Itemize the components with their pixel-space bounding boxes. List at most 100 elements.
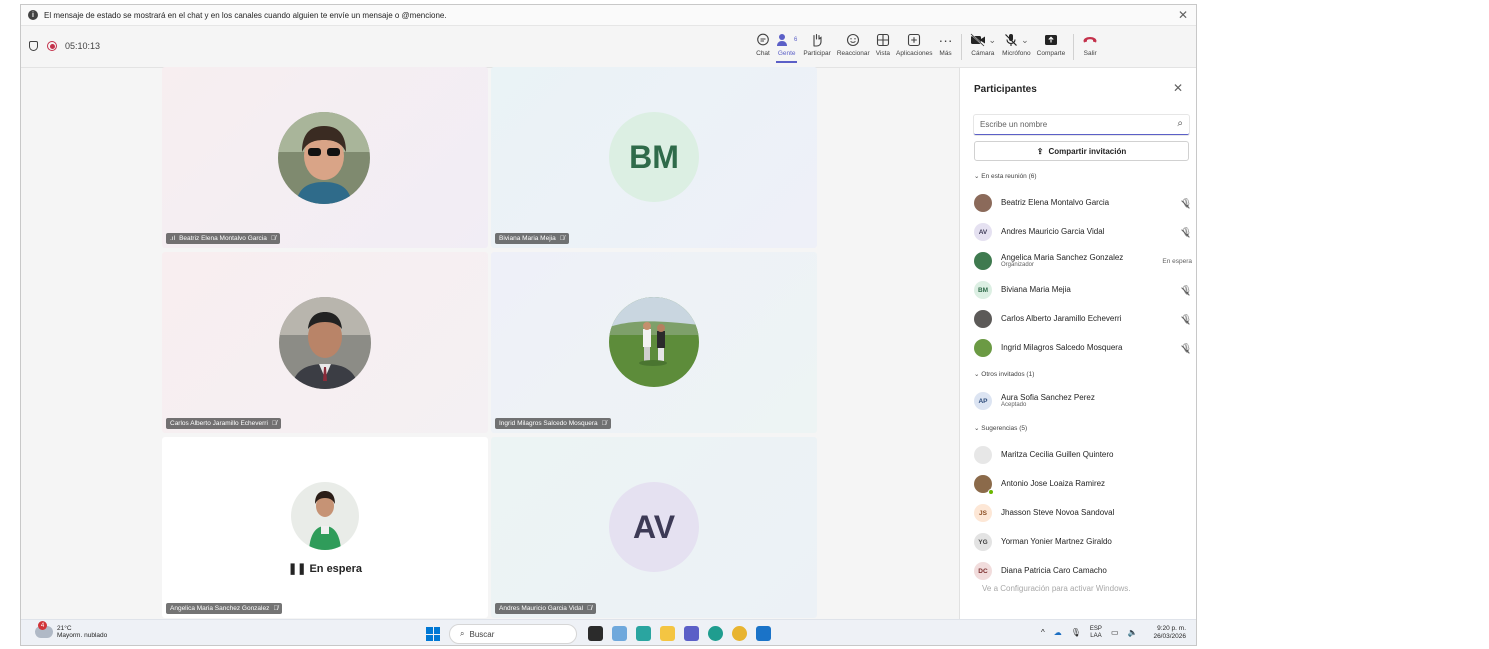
section-other-invitees[interactable]: ⌄ Otros invitados (1) [974, 370, 1034, 378]
chat-button[interactable]: Chat [756, 30, 770, 57]
section-suggestions[interactable]: ⌄ Sugerencias (5) [974, 424, 1027, 432]
avatar [974, 194, 992, 212]
participant-photo [279, 297, 371, 389]
windows-start-icon[interactable] [426, 627, 440, 641]
shield-icon [29, 41, 38, 51]
video-tile[interactable]: .ıl Beatriz Elena Montalvo Garcia 🎙̸ [162, 67, 488, 248]
participant-row[interactable]: Carlos Alberto Jaramillo Echeverri 🎙 [974, 306, 1192, 332]
tile-name-label: Angelica Maria Sanchez Gonzalez 🎙̸ [166, 603, 283, 614]
video-tile[interactable]: Carlos Alberto Jaramillo Echeverri 🎙̸ [162, 252, 488, 433]
avatar: YG [974, 533, 992, 551]
notification-badge: 4 [38, 621, 47, 631]
volume-icon[interactable]: 🔈 [1128, 628, 1138, 637]
suggestion-row[interactable]: DC Diana Patricia Caro Camacho [974, 558, 1192, 584]
participant-row[interactable]: BM Biviana Maria Mejia 🎙 [974, 277, 1192, 303]
edge-icon[interactable] [708, 626, 723, 641]
share-invite-button[interactable]: ⇪ Compartir invitación [974, 141, 1189, 161]
role-label: Organizador [1001, 262, 1035, 269]
participant-photo [278, 112, 370, 204]
share-icon: ⇪ [1036, 146, 1044, 156]
hand-icon [810, 30, 824, 50]
avatar [974, 475, 994, 495]
outlook-icon[interactable] [756, 626, 771, 641]
file-explorer-icon[interactable] [660, 626, 675, 641]
participant-avatar: AV [609, 482, 699, 572]
weather-widget[interactable]: 4 21°C Mayorm. nublado [35, 621, 107, 640]
chrome-icon[interactable] [732, 626, 747, 641]
teams-icon[interactable] [684, 626, 699, 641]
react-button[interactable]: Reaccionar [837, 30, 870, 57]
people-button[interactable]: 6 Gente [776, 30, 798, 63]
avatar [974, 310, 992, 328]
video-tile[interactable]: ❚❚ En espera Angelica Maria Sanchez Gonz… [162, 437, 488, 618]
suggestion-row[interactable]: Maritza Cecilia Guillen Quintero [974, 442, 1192, 468]
participant-row[interactable]: Angelica Maria Sanchez Gonzalez Organizad… [974, 248, 1192, 274]
taskbar-clock[interactable]: 9:20 p. m. 26/03/2026 [1153, 625, 1186, 642]
more-button[interactable]: ··· Más [939, 30, 953, 57]
participant-photo [291, 482, 359, 550]
close-icon[interactable]: ✕ [1173, 81, 1183, 95]
task-view-icon[interactable] [588, 626, 603, 641]
suggestion-row[interactable]: JS Jhasson Steve Novoa Sandoval [974, 500, 1192, 526]
mic-off-icon: 🎙̸ [273, 605, 279, 612]
mic-off-icon: 🎙 [1180, 226, 1192, 237]
share-screen-icon [1044, 30, 1058, 50]
mic-off-icon: ⌄ [1004, 30, 1029, 50]
apps-button[interactable]: Aplicaciones [896, 30, 933, 57]
network-icon[interactable]: ▭ [1111, 628, 1119, 637]
search-icon: ⌕ [460, 629, 465, 638]
taskbar-apps [588, 626, 771, 641]
suggestion-row[interactable]: Antonio Jose Loaiza Ramirez [974, 471, 1192, 497]
people-icon: 6 [776, 30, 797, 50]
leave-button[interactable]: Salir [1082, 30, 1098, 57]
view-button[interactable]: Vista [876, 30, 890, 57]
mic-off-icon: 🎙 [1180, 313, 1192, 324]
meeting-timer: 05:10:13 [29, 41, 100, 51]
panel-title: Participantes [974, 84, 1037, 95]
tile-name-label: .ıl Beatriz Elena Montalvo Garcia 🎙̸ [166, 233, 280, 244]
suggestion-row[interactable]: YG Yorman Yonier Martnez Giraldo [974, 529, 1192, 555]
chevron-down-icon[interactable]: ⌄ [989, 35, 997, 46]
chevron-up-icon[interactable]: ^ [1041, 628, 1045, 637]
participant-search-input[interactable]: Escribe un nombre ⌕ [974, 115, 1189, 135]
toolbar-separator [960, 34, 962, 60]
share-button[interactable]: Comparte [1037, 30, 1065, 57]
more-icon: ··· [938, 32, 953, 48]
chevron-down-icon[interactable]: ⌄ [1021, 35, 1029, 46]
gallery-icon[interactable] [612, 626, 627, 641]
participants-panel: Participantes ✕ Escribe un nombre ⌕ ⇪ Co… [959, 68, 1196, 619]
info-icon: i [28, 10, 38, 20]
tile-name-label: Carlos Alberto Jaramillo Echeverri 🎙̸ [166, 418, 281, 429]
activation-watermark: Ve a Configuración para activar Windows. [982, 584, 1131, 593]
section-in-meeting[interactable]: ⌄ En esta reunión (6) [974, 172, 1037, 180]
copilot-icon[interactable] [636, 626, 651, 641]
search-icon: ⌕ [1177, 118, 1183, 129]
add-app-icon [907, 30, 921, 50]
participant-row[interactable]: AV Andres Mauricio Garcia Vidal 🎙 [974, 219, 1192, 245]
participant-row[interactable]: AP Aura Sofia Sanchez Perez Aceptado [974, 388, 1192, 414]
on-hold-status: ❚❚ En espera [287, 563, 363, 575]
participant-row[interactable]: Ingrid Milagros Salcedo Mosquera 🎙 [974, 335, 1192, 361]
mic-button[interactable]: ⌄ Micrófono [1002, 30, 1031, 57]
participant-photo [609, 297, 699, 387]
camera-button[interactable]: ⌄ Cámara [970, 30, 997, 57]
status-banner: i El mensaje de estado se mostrará en el… [21, 5, 1196, 26]
participant-avatar: BM [609, 112, 699, 202]
video-tile[interactable]: Ingrid Milagros Salcedo Mosquera 🎙̸ [491, 252, 817, 433]
video-tile[interactable]: AV Andres Mauricio Garcia Vidal 🎙̸ [491, 437, 817, 618]
participant-row[interactable]: Beatriz Elena Montalvo Garcia 🎙 [974, 190, 1192, 216]
taskbar-search[interactable]: ⌕ Buscar [449, 624, 577, 644]
avatar: AV [974, 223, 992, 241]
avatar: JS [974, 504, 992, 522]
pause-icon: ❚❚ [287, 563, 307, 575]
windows-taskbar: 4 21°C Mayorm. nublado ⌕ Buscar ^ ☁ 🎙 ESP… [21, 619, 1196, 645]
tile-name-label: Ingrid Milagros Salcedo Mosquera 🎙̸ [495, 418, 611, 429]
close-icon[interactable]: ✕ [1178, 8, 1188, 22]
video-tile[interactable]: BM Biviana Maria Mejia 🎙̸ [491, 67, 817, 248]
mic-tray-icon[interactable]: 🎙 [1071, 628, 1081, 637]
mic-off-icon: 🎙̸ [587, 605, 592, 612]
raise-hand-button[interactable]: Participar [803, 30, 831, 57]
onedrive-icon[interactable]: ☁ [1054, 628, 1062, 637]
avatar [974, 339, 992, 357]
language-indicator[interactable]: ESP LAA [1090, 626, 1102, 640]
